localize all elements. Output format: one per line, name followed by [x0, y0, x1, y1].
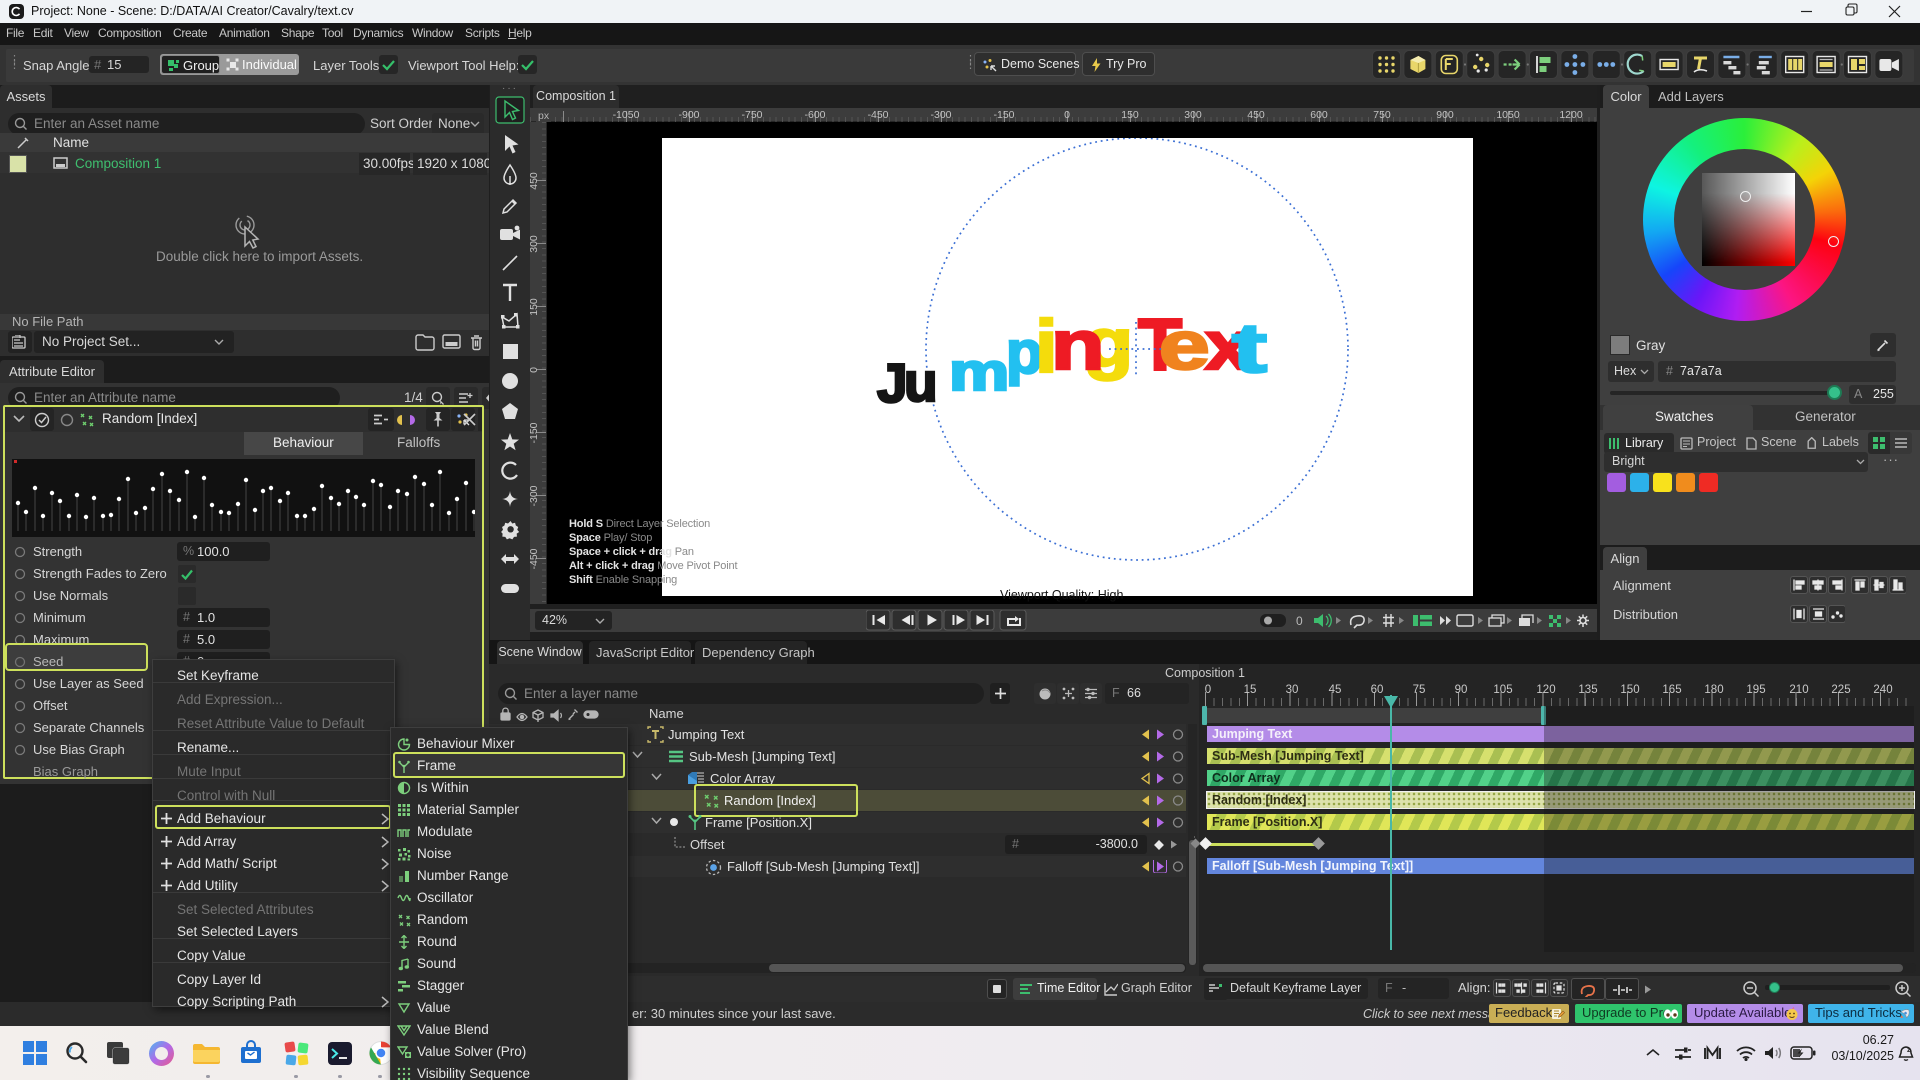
svg-text:0: 0 [1296, 614, 1303, 628]
svg-text:z: z [1907, 1047, 1911, 1054]
